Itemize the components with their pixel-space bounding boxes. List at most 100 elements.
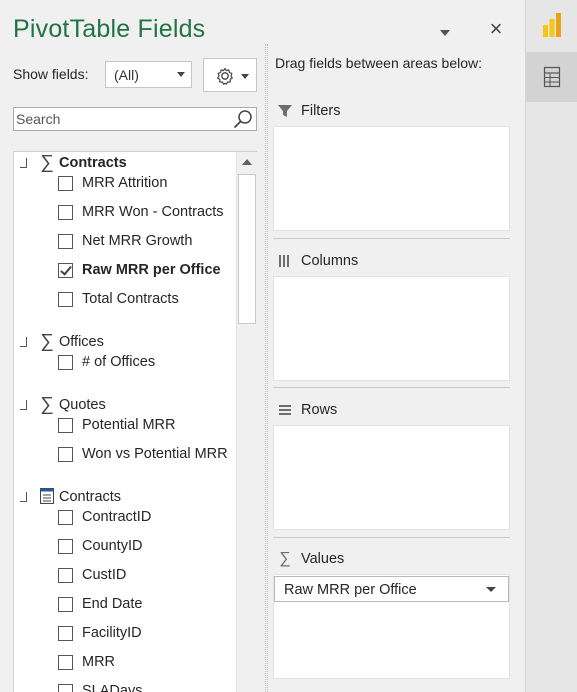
show-fields-dropdown[interactable]: (All) [105, 61, 192, 88]
columns-label: Columns [301, 253, 359, 269]
search-input[interactable] [15, 109, 225, 129]
field-label: SLADays [82, 683, 143, 692]
rows-drop-zone[interactable] [273, 425, 510, 530]
field-item[interactable]: FacilityID [58, 622, 142, 644]
scroll-thumb[interactable] [238, 174, 256, 324]
field-checkbox[interactable] [58, 683, 73, 692]
field-checkbox[interactable] [58, 175, 73, 191]
rows-area-header: Rows [277, 400, 337, 420]
field-label: CustID [82, 567, 127, 583]
field-checkbox[interactable] [58, 538, 73, 554]
field-checkbox[interactable] [58, 567, 73, 583]
field-label: # of Offices [82, 354, 156, 370]
field-item[interactable]: MRR Won - Contracts [58, 201, 224, 223]
field-checkbox-checked[interactable] [58, 262, 73, 278]
area-divider [273, 537, 510, 538]
field-item[interactable]: ContractID [58, 506, 151, 528]
filter-icon [277, 103, 293, 119]
field-label: MRR Won - Contracts [82, 204, 224, 220]
table-header-contracts-measures[interactable]: ∑ Contracts [18, 152, 127, 174]
field-checkbox[interactable] [58, 509, 73, 525]
table-name: Offices [59, 334, 104, 350]
field-label: CountyID [82, 538, 143, 554]
chevron-down-icon [177, 72, 185, 77]
area-divider [273, 238, 510, 239]
field-checkbox[interactable] [58, 291, 73, 307]
pane-splitter[interactable] [265, 44, 268, 692]
field-item[interactable]: Total Contracts [58, 288, 179, 310]
field-item[interactable]: Raw MRR per Office [58, 259, 221, 281]
filters-area-header: Filters [277, 101, 340, 121]
values-field-chip[interactable]: Raw MRR per Office [274, 576, 509, 602]
field-item[interactable]: End Date [58, 593, 142, 615]
gear-icon [217, 67, 233, 85]
sigma-icon: ∑ [40, 152, 54, 173]
chevron-down-icon [241, 74, 249, 79]
collapse-icon[interactable] [18, 156, 32, 170]
values-label: Values [301, 551, 345, 567]
collapse-icon[interactable] [18, 490, 32, 504]
chevron-up-icon [242, 159, 252, 165]
field-label: Total Contracts [82, 291, 179, 307]
table-name: Contracts [59, 155, 127, 171]
field-search-box[interactable] [13, 107, 257, 131]
area-divider [273, 387, 510, 388]
table-name: Quotes [59, 397, 106, 413]
field-item[interactable]: Net MRR Growth [58, 230, 192, 252]
field-item[interactable]: SLADays [58, 680, 142, 692]
field-checkbox[interactable] [58, 596, 73, 612]
chevron-down-icon [440, 30, 450, 36]
close-button[interactable]: × [486, 18, 506, 40]
tools-button[interactable] [203, 58, 257, 92]
field-item[interactable]: Potential MRR [58, 414, 175, 436]
field-checkbox[interactable] [58, 354, 73, 370]
field-checkbox[interactable] [58, 625, 73, 641]
collapse-icon[interactable] [18, 335, 32, 349]
field-label: Raw MRR per Office [82, 262, 221, 278]
field-checkbox[interactable] [58, 654, 73, 670]
field-label: Potential MRR [82, 417, 176, 433]
field-label: MRR Attrition [82, 175, 168, 191]
power-bi-button[interactable] [526, 0, 577, 50]
filters-drop-zone[interactable] [273, 126, 510, 231]
sigma-icon: ∑ [40, 394, 54, 415]
filters-label: Filters [301, 103, 341, 119]
field-checkbox[interactable] [58, 204, 73, 220]
rows-label: Rows [301, 402, 338, 418]
table-header-quotes[interactable]: ∑ Quotes [18, 394, 106, 416]
show-fields-value: (All) [114, 67, 139, 83]
field-label: Won vs Potential MRR [82, 446, 228, 462]
field-list-scrollbar[interactable] [236, 152, 257, 692]
right-taskbar [525, 0, 577, 692]
field-item[interactable]: CountyID [58, 535, 142, 557]
field-item[interactable]: # of Offices [58, 351, 155, 373]
field-checkbox[interactable] [58, 417, 73, 433]
scroll-up-button[interactable] [237, 152, 257, 172]
field-item[interactable]: MRR Attrition [58, 172, 167, 194]
values-field-label: Raw MRR per Office [284, 582, 417, 598]
field-label: End Date [82, 596, 143, 612]
field-list-button[interactable] [526, 52, 577, 102]
field-label: ContractID [82, 509, 152, 525]
sigma-icon: ∑ [40, 331, 54, 352]
chevron-down-icon[interactable] [486, 587, 496, 592]
field-item[interactable]: Won vs Potential MRR [58, 443, 228, 465]
rows-icon [277, 402, 293, 418]
field-label: MRR [82, 654, 116, 670]
pivottable-fields-pane: PivotTable Fields × Show fields: (All) ∑… [0, 0, 525, 692]
field-list[interactable]: ∑ Contracts MRR Attrition MRR Won - Cont… [13, 151, 257, 692]
field-checkbox[interactable] [58, 233, 73, 249]
drag-hint-text: Drag fields between areas below: [275, 55, 483, 71]
field-checkbox[interactable] [58, 446, 73, 462]
field-item[interactable]: CustID [58, 564, 126, 586]
columns-drop-zone[interactable] [273, 276, 510, 381]
collapse-icon[interactable] [18, 398, 32, 412]
field-item[interactable]: MRR [58, 651, 115, 673]
table-name: Contracts [59, 489, 122, 505]
table-header-contracts[interactable]: Contracts [18, 486, 121, 508]
table-icon [38, 487, 56, 507]
values-area-header: ∑ Values [277, 549, 344, 569]
field-list-icon [543, 66, 561, 88]
task-pane-options-button[interactable] [438, 25, 452, 36]
table-header-offices[interactable]: ∑ Offices [18, 331, 104, 353]
